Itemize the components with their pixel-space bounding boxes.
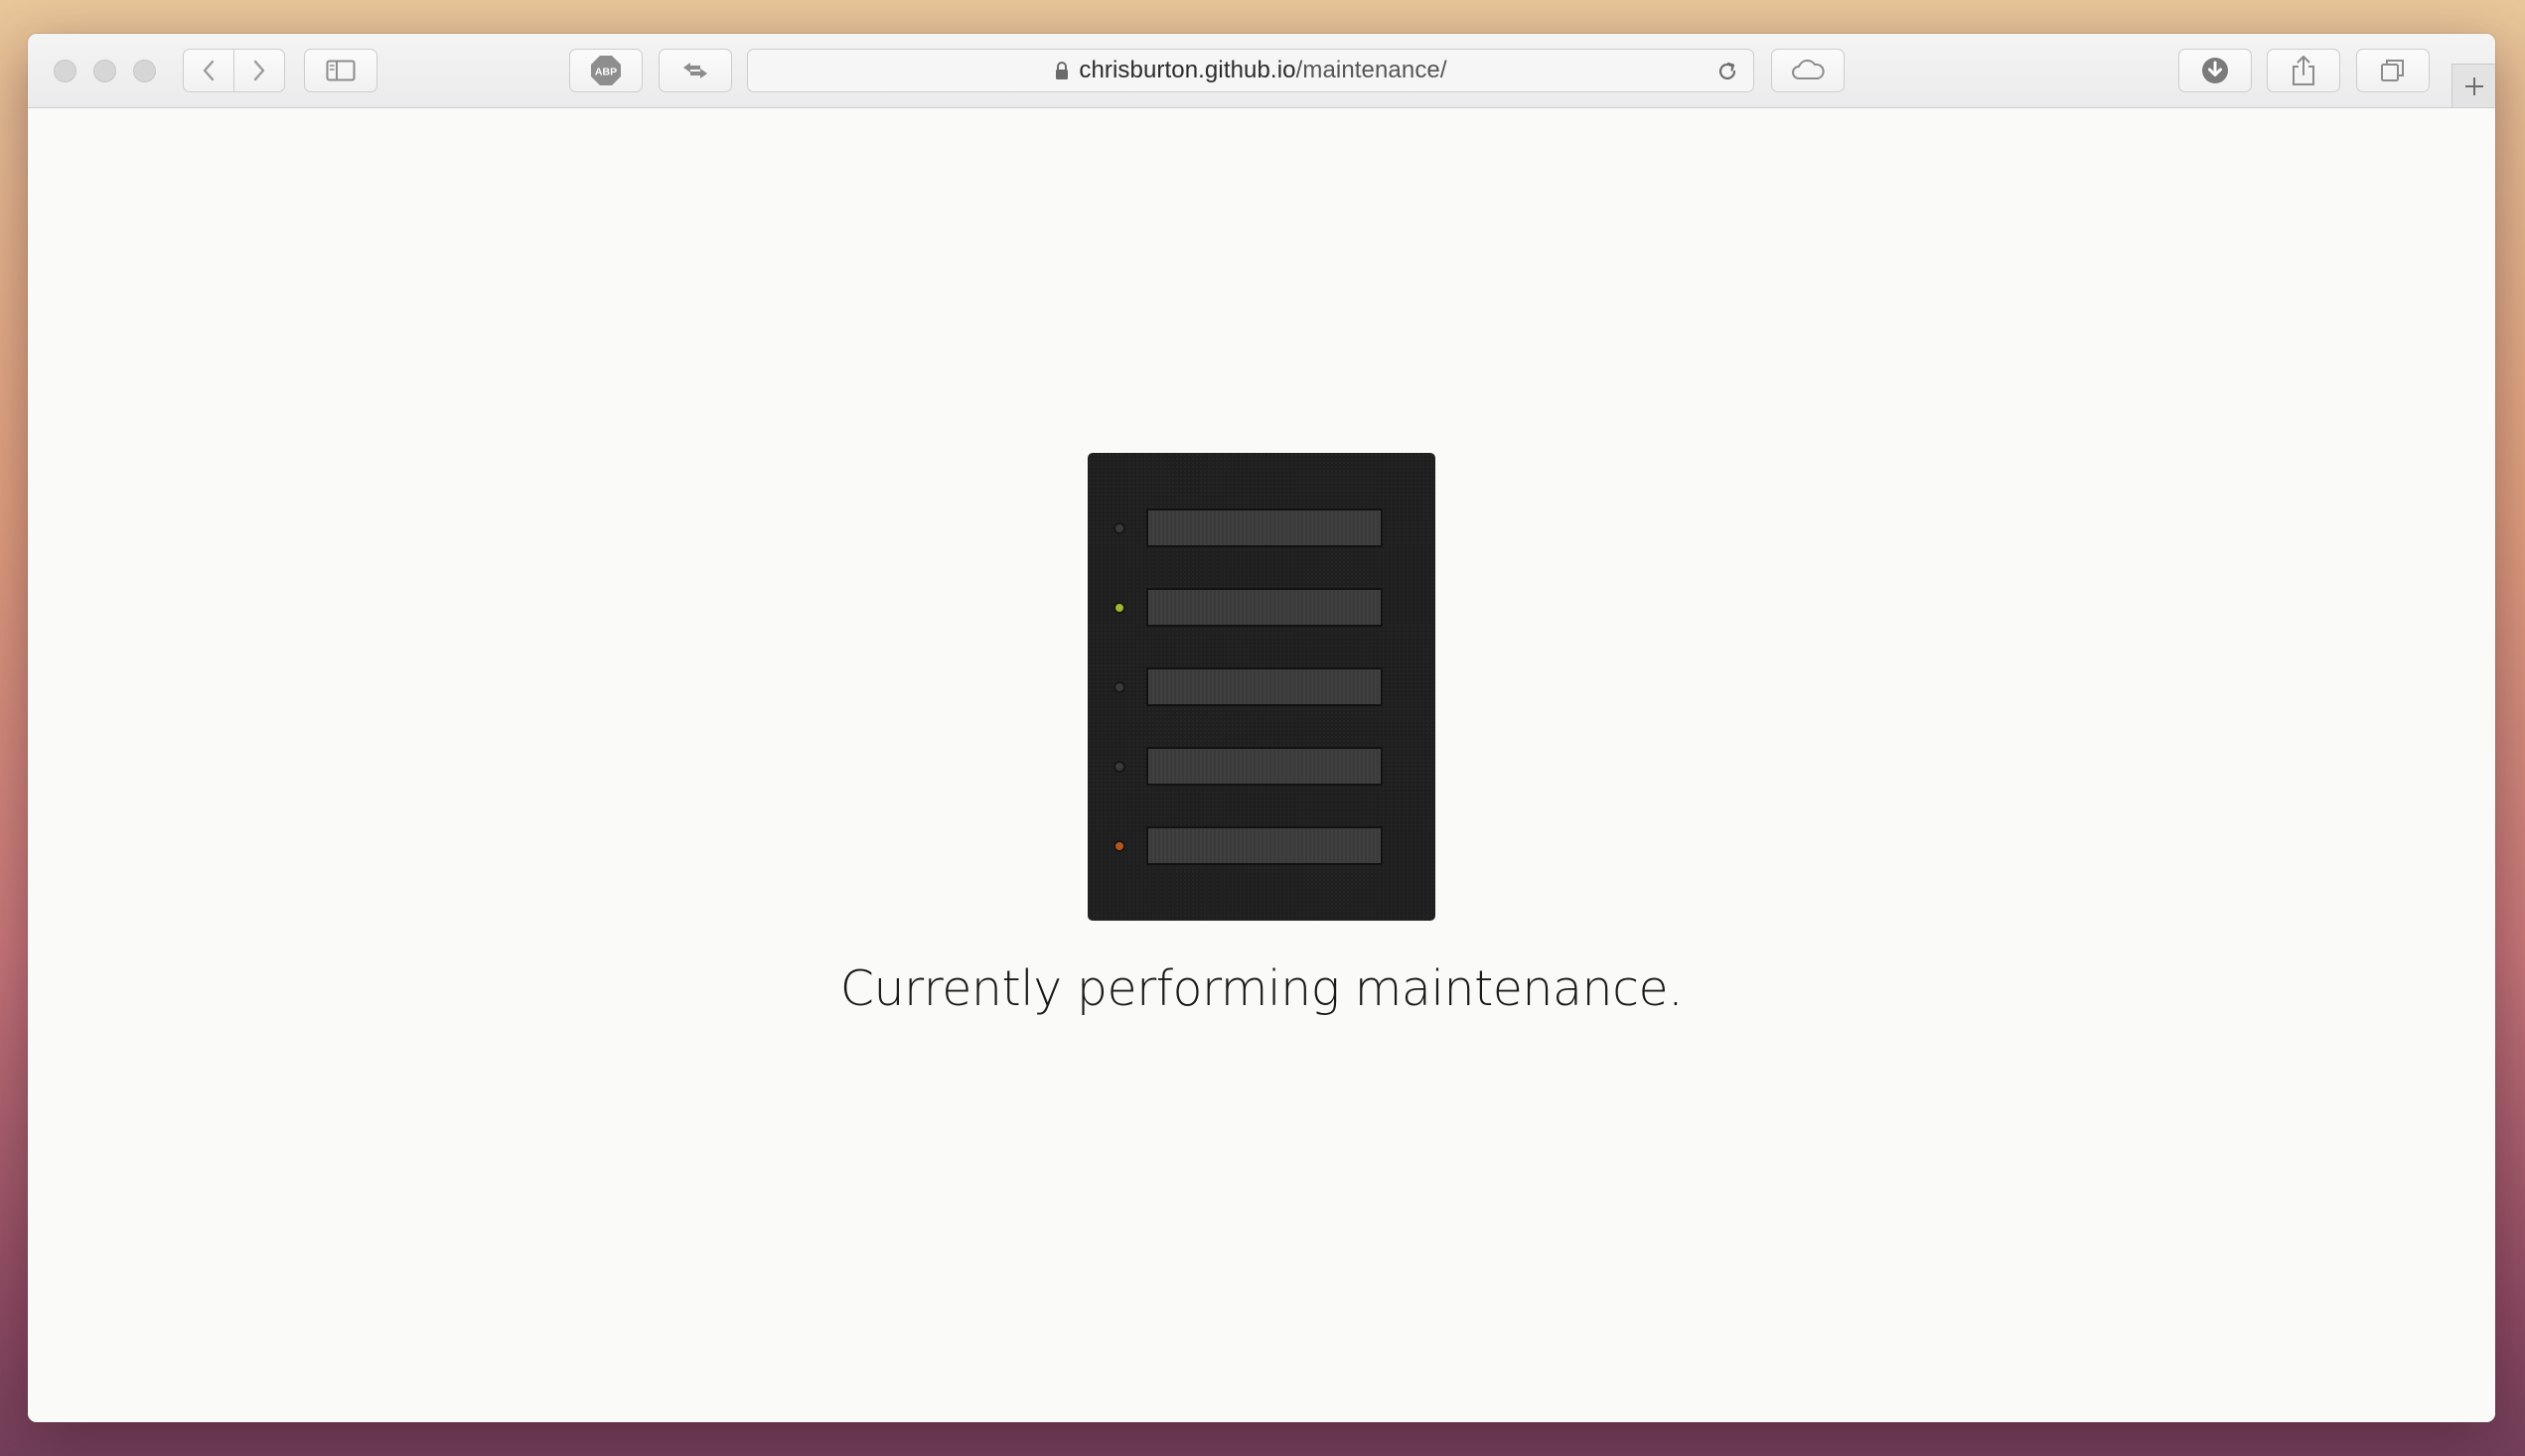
address-bar[interactable]: chrisburton.github.io/maintenance/ [747, 49, 1754, 92]
download-icon [2202, 58, 2228, 83]
tabs-overview-icon [2381, 60, 2404, 81]
swap-arrows-icon [683, 63, 707, 78]
new-tab-button[interactable] [2451, 64, 2495, 107]
zoom-window-button[interactable] [133, 60, 156, 82]
lock-icon [1054, 61, 1070, 80]
status-led [1114, 602, 1125, 614]
chevron-right-icon [253, 60, 265, 81]
drive-bay [1146, 667, 1383, 706]
icloud-tabs-button[interactable] [1771, 49, 1845, 92]
browser-toolbar: ABP chrisburton.github.io/maintenance/ [28, 34, 2495, 108]
reload-icon [1718, 62, 1736, 80]
status-led [1114, 522, 1125, 534]
extension-button[interactable] [659, 49, 732, 92]
status-led [1114, 761, 1125, 773]
minimize-window-button[interactable] [93, 60, 116, 82]
chevron-left-icon [203, 60, 215, 81]
close-window-button[interactable] [54, 60, 76, 82]
cloud-icon [1792, 60, 1825, 79]
adblock-button[interactable]: ABP [569, 49, 643, 92]
server-rack-icon [1088, 453, 1435, 921]
status-led [1114, 840, 1125, 852]
url-path: /maintenance/ [1295, 57, 1447, 83]
drive-bay [1146, 588, 1383, 627]
downloads-button[interactable] [2178, 49, 2252, 92]
url-display[interactable]: chrisburton.github.io/maintenance/ [748, 50, 1753, 91]
plus-icon [2464, 76, 2483, 95]
back-button[interactable] [183, 49, 234, 92]
abp-icon: ABP [591, 56, 621, 85]
forward-button[interactable] [233, 49, 285, 92]
svg-text:ABP: ABP [595, 67, 617, 78]
status-led [1114, 681, 1125, 693]
sidebar-button[interactable] [304, 49, 377, 92]
drive-bay [1146, 747, 1383, 786]
share-button[interactable] [2267, 49, 2340, 92]
browser-window: ABP chrisburton.github.io/maintenance/ C… [28, 34, 2495, 1422]
tab-overview-button[interactable] [2356, 49, 2430, 92]
drive-bay [1146, 509, 1383, 547]
maintenance-message: Currently performing maintenance. [839, 960, 1684, 1017]
share-icon [2293, 56, 2314, 85]
sidebar-icon [326, 60, 356, 81]
page-content: Currently performing maintenance. [28, 108, 2495, 1422]
drive-bay [1146, 826, 1383, 865]
reload-button[interactable] [1713, 58, 1741, 85]
url-host: chrisburton.github.io [1079, 57, 1296, 83]
